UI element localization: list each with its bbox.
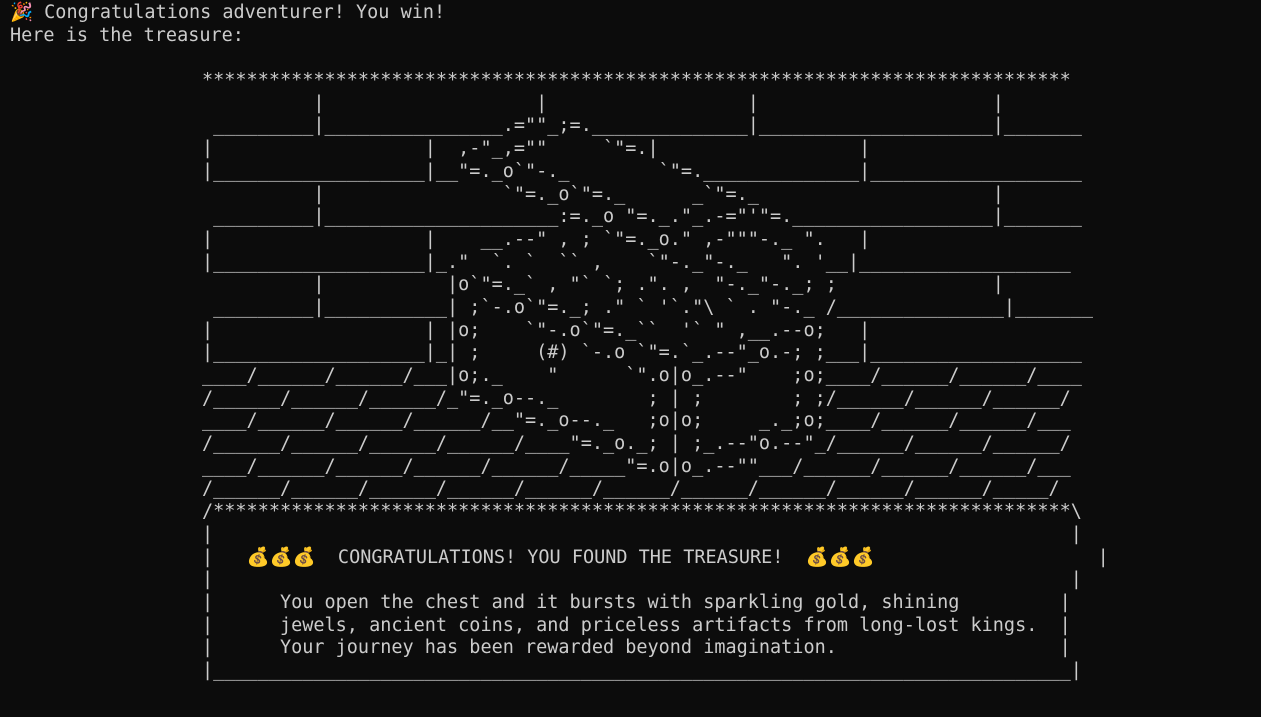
art-line: ____/______/______/______/__"=._o--._ ;o… [202,410,1071,432]
art-line: |___________________|__"=._o`"-._ `"=.__… [202,160,1082,182]
art-line: | | ,-"_,="" `"=.| | [202,138,871,160]
treasure-ascii-art: ****************************************… [202,70,1261,683]
treasure-description-line: | Your journey has been rewarded beyond … [202,637,1071,659]
art-line: ____/______/______/___|o;._ " `".o|o_.--… [202,365,1082,386]
art-line: |_______________________________________… [202,659,1082,681]
treasure-banner: | 💰💰💰 CONGRATULATIONS! YOU FOUND THE TRE… [202,546,1109,568]
art-line: ****************************************… [202,70,1071,92]
art-line: | | | | [202,92,1004,114]
art-line: | | __.--" , ; `"=._o." ,-"""-._ ". | [202,228,871,250]
art-line: | `"=._o`"=._ _`"=._ | [202,183,1004,205]
art-line: /______/______/______/_"=._o--._ ; | ; ;… [202,387,1071,409]
art-line: /***************************************… [202,501,1082,523]
treasure-description-line: | You open the chest and it bursts with … [202,591,1071,613]
intro-message: Here is the treasure: [10,24,244,46]
win-message: 🎉 Congratulations adventurer! You win! [10,2,446,23]
art-line: _________|________________.=""_;=.______… [202,115,1082,137]
art-line: | | [202,569,1082,591]
treasure-description-line: | jewels, ancient coins, and priceless a… [202,614,1071,636]
art-line: |___________________|_." `. ` `` , `"-._… [202,251,1071,273]
art-line: |___________________|_| ; (#) `-.o `"=.`… [202,342,1082,364]
art-line: | | |o; `"-.o`"=._`` '` " ,__.--o; | [202,319,871,341]
art-line: _________|___________| ;`-.o`"=._; ." ` … [202,296,1094,318]
art-line: ____/______/______/______/______/_____"=… [202,455,1071,477]
art-line: /______/______/______/______/____"=._o._… [202,433,1071,455]
art-line: | | [202,523,1082,545]
art-line: _________|_____________________:=._o "=.… [202,206,1082,228]
art-line: | |o`"=._` , "` `; .". , "-._"-._; ; | [202,274,1004,296]
terminal-window[interactable]: 🎉 Congratulations adventurer! You win! H… [0,0,1261,717]
art-line: /______/______/______/______/______/____… [202,478,1060,500]
